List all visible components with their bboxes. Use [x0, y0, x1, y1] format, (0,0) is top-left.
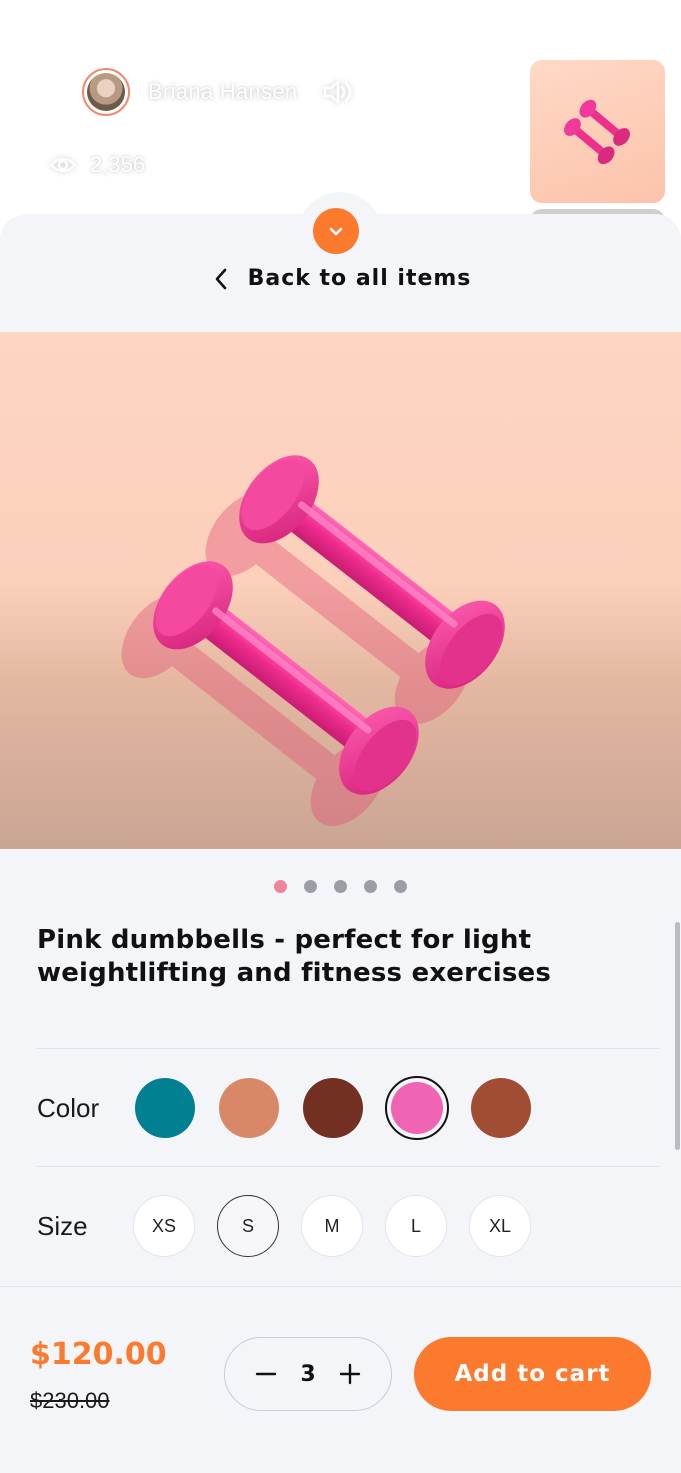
product-image[interactable] [0, 332, 681, 849]
increase-quantity-button[interactable] [337, 1361, 363, 1387]
purchase-bar: $120.00 $230.00 3 Add to cart [0, 1286, 681, 1473]
color-label: Color [37, 1092, 100, 1123]
current-price: $120.00 [30, 1337, 167, 1372]
color-swatch[interactable] [301, 1076, 365, 1140]
color-swatch-fill [471, 1078, 531, 1138]
dumbbells-thumbnail-image [564, 99, 630, 165]
collapse-sheet-button[interactable] [313, 208, 359, 254]
eye-icon [48, 150, 78, 180]
product-title: Pink dumbbells - perfect for light weigh… [37, 925, 552, 988]
product-detail-sheet: Back to all items Pink dumbbells - perfe… [0, 214, 681, 1473]
quantity-stepper: 3 [224, 1337, 392, 1411]
featured-product-thumbnail[interactable] [530, 60, 665, 203]
carousel-dot[interactable] [304, 880, 317, 893]
size-option[interactable]: M [301, 1195, 363, 1257]
add-to-cart-button[interactable]: Add to cart [414, 1337, 651, 1411]
plus-icon [339, 1363, 361, 1385]
color-swatch-fill [135, 1078, 195, 1138]
size-option[interactable]: S [217, 1195, 279, 1257]
color-swatch[interactable] [385, 1076, 449, 1140]
color-swatch-fill [219, 1078, 279, 1138]
divider [37, 1166, 659, 1167]
size-chip-list: XS S M L XL [133, 1195, 553, 1257]
decrease-quantity-button[interactable] [253, 1361, 279, 1387]
original-price: $230.00 [30, 1388, 110, 1413]
back-to-all-items-link[interactable]: Back to all items [0, 266, 681, 291]
color-swatch[interactable] [469, 1076, 533, 1140]
streamer-info[interactable]: Briana Hansen [82, 68, 357, 116]
carousel-dot[interactable] [394, 880, 407, 893]
pink-dumbbells-photo [121, 455, 505, 826]
sheet-scrollbar[interactable] [675, 922, 680, 1150]
color-swatch[interactable] [217, 1076, 281, 1140]
color-swatch[interactable] [133, 1076, 197, 1140]
size-label: Size [37, 1210, 88, 1241]
carousel-dot[interactable] [364, 880, 377, 893]
size-option[interactable]: XS [133, 1195, 195, 1257]
quantity-value: 3 [300, 1361, 316, 1387]
color-option-row: Color [37, 1076, 553, 1140]
viewer-counter: 2,356 [48, 150, 145, 180]
color-swatch-fill [391, 1082, 443, 1134]
carousel-dot[interactable] [334, 880, 347, 893]
streamer-avatar[interactable] [82, 68, 130, 116]
size-option[interactable]: L [385, 1195, 447, 1257]
chevron-down-icon [326, 221, 346, 241]
size-option[interactable]: XL [469, 1195, 531, 1257]
viewer-count: 2,356 [90, 152, 146, 177]
image-carousel-dots [0, 880, 681, 893]
divider [37, 1048, 659, 1049]
avatar-photo [87, 73, 125, 111]
chevron-left-icon [210, 268, 232, 290]
size-option-row: Size XS S M L XL [37, 1195, 553, 1257]
color-swatch-list [133, 1076, 553, 1140]
color-swatch-fill [303, 1078, 363, 1138]
carousel-dot[interactable] [274, 880, 287, 893]
minus-icon [255, 1372, 277, 1376]
streamer-name: Briana Hansen [148, 79, 298, 104]
speaker-icon[interactable] [317, 72, 357, 112]
back-label: Back to all items [247, 266, 472, 291]
